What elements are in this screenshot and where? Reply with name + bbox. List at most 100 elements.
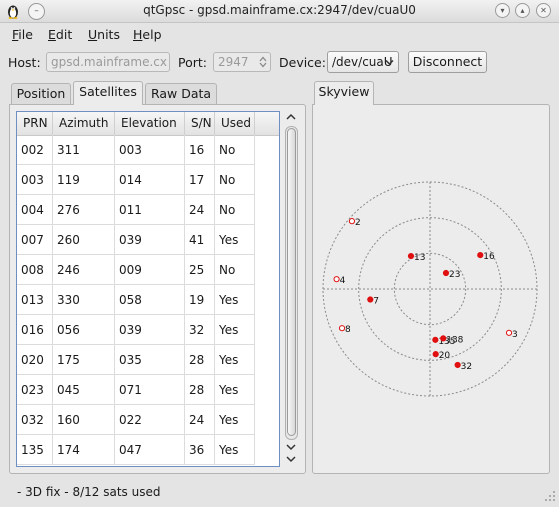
cell-prn: 135	[17, 435, 53, 465]
menu-file[interactable]: File	[12, 27, 33, 42]
cell-prn: 008	[17, 255, 53, 285]
menu-edit-accel: E	[48, 27, 56, 42]
cell-elevation: 009	[115, 255, 185, 285]
cell-azimuth: 330	[53, 285, 115, 315]
scroll-down-arrow-icon-2[interactable]	[284, 455, 298, 467]
table-row[interactable]: 008 246 009 25 No	[17, 255, 279, 285]
cell-sn: 32	[185, 315, 215, 345]
satellite-label: 7	[373, 297, 379, 307]
satellite-label: 23	[449, 270, 460, 280]
title-bar: – qtGpsc - gpsd.mainframe.cx:2947/dev/cu…	[0, 0, 559, 23]
table-row[interactable]: 032 160 022 24 Yes	[17, 405, 279, 435]
table-row[interactable]: 020 175 035 28 Yes	[17, 345, 279, 375]
table-header: PRN Azimuth Elevation S/N Used	[17, 112, 279, 136]
cell-sn: 25	[185, 255, 215, 285]
satellite-marker	[432, 336, 439, 343]
menu-edit[interactable]: Edit	[48, 27, 72, 42]
menu-bar: File Edit Units Help	[0, 24, 559, 46]
satellite-marker	[367, 296, 374, 303]
table-row[interactable]: 023 045 071 28 Yes	[17, 375, 279, 405]
header-azimuth[interactable]: Azimuth	[53, 112, 115, 135]
menu-units-label: nits	[97, 27, 120, 42]
scroll-down-arrow-icon[interactable]	[284, 443, 298, 455]
cell-prn: 016	[17, 315, 53, 345]
resize-grip-icon[interactable]	[544, 488, 556, 502]
header-prn[interactable]: PRN	[17, 112, 53, 135]
table-row[interactable]: 016 056 039 32 Yes	[17, 315, 279, 345]
cell-used: No	[215, 165, 255, 195]
cell-sn: 24	[185, 195, 215, 225]
table-row[interactable]: 135 174 047 36 Yes	[17, 435, 279, 465]
satellite-marker	[505, 329, 513, 336]
satellite-label: 3	[512, 330, 518, 340]
close-button[interactable]: ✕	[536, 3, 551, 18]
header-elevation[interactable]: Elevation	[115, 112, 185, 135]
cell-used: Yes	[215, 345, 255, 375]
tab-raw-data[interactable]: Raw Data	[145, 83, 217, 105]
spin-arrows-icon[interactable]	[259, 56, 267, 68]
cell-azimuth: 260	[53, 225, 115, 255]
port-spinbox[interactable]: 2947	[213, 52, 271, 72]
menu-help[interactable]: Help	[133, 27, 162, 42]
status-bar: - 3D fix - 8/12 sats used	[17, 485, 161, 499]
header-sn[interactable]: S/N	[185, 112, 215, 135]
disconnect-button[interactable]: Disconnect	[408, 51, 487, 73]
satellite-label: 2	[355, 218, 361, 228]
table-row[interactable]: 004 276 011 24 No	[17, 195, 279, 225]
cell-azimuth: 174	[53, 435, 115, 465]
skyview-plot: 2347813 16202332135138	[322, 181, 538, 397]
scrollbar-thumb[interactable]	[287, 128, 296, 436]
table-row[interactable]: 003 119 014 17 No	[17, 165, 279, 195]
cell-sn: 24	[185, 405, 215, 435]
cell-used: Yes	[215, 225, 255, 255]
satellite-label: 138	[446, 335, 463, 345]
satellite-label: 8	[345, 325, 351, 335]
host-input[interactable]: gpsd.mainframe.cx	[46, 52, 170, 72]
device-combobox[interactable]: /dev/cuaU	[327, 51, 399, 73]
cell-azimuth: 276	[53, 195, 115, 225]
cell-sn: 17	[185, 165, 215, 195]
menu-help-accel: H	[133, 27, 143, 42]
minimize-button[interactable]: ▾	[495, 3, 510, 18]
cell-used: Yes	[215, 375, 255, 405]
scroll-up-arrow-icon[interactable]	[284, 113, 298, 125]
vertical-scrollbar[interactable]	[285, 126, 298, 440]
satellite-marker	[407, 252, 415, 260]
tab-satellites[interactable]: Satellites	[73, 81, 143, 105]
cell-elevation: 058	[115, 285, 185, 315]
cell-used: No	[215, 135, 255, 165]
satellite-marker	[477, 251, 484, 259]
cell-azimuth: 175	[53, 345, 115, 375]
satellites-table[interactable]: PRN Azimuth Elevation S/N Used 002 311 003…	[16, 111, 280, 467]
table-row[interactable]: 007 260 039 41 Yes	[17, 225, 279, 255]
cell-elevation: 039	[115, 315, 185, 345]
satellite-label: 32	[461, 362, 472, 372]
satellite-label: 20	[439, 351, 451, 361]
cell-azimuth: 246	[53, 255, 115, 285]
cell-elevation: 011	[115, 195, 185, 225]
menu-units[interactable]: Units	[88, 27, 120, 42]
cell-elevation: 035	[115, 345, 185, 375]
menu-units-accel: U	[88, 27, 98, 42]
table-row[interactable]: 002 311 003 16 No	[17, 135, 279, 165]
cell-prn: 032	[17, 405, 53, 435]
table-row[interactable]: 013 330 058 19 Yes	[17, 285, 279, 315]
cell-sn: 41	[185, 225, 215, 255]
port-label: Port:	[178, 55, 207, 70]
header-used[interactable]: Used	[215, 112, 255, 135]
cell-elevation: 022	[115, 405, 185, 435]
satellite-label: 4	[340, 276, 346, 286]
cell-elevation: 003	[115, 135, 185, 165]
cell-sn: 16	[185, 135, 215, 165]
cell-azimuth: 056	[53, 315, 115, 345]
satellite-marker	[333, 276, 340, 283]
menu-help-label: elp	[142, 27, 162, 42]
tab-position[interactable]: Position	[11, 83, 71, 105]
cell-prn: 013	[17, 285, 53, 315]
cell-elevation: 047	[115, 435, 185, 465]
cell-sn: 28	[185, 375, 215, 405]
satellite-label: 13	[414, 253, 425, 263]
maximize-button[interactable]: ▴	[515, 3, 530, 18]
cell-used: No	[215, 255, 255, 285]
tab-skyview[interactable]: Skyview	[314, 81, 374, 105]
